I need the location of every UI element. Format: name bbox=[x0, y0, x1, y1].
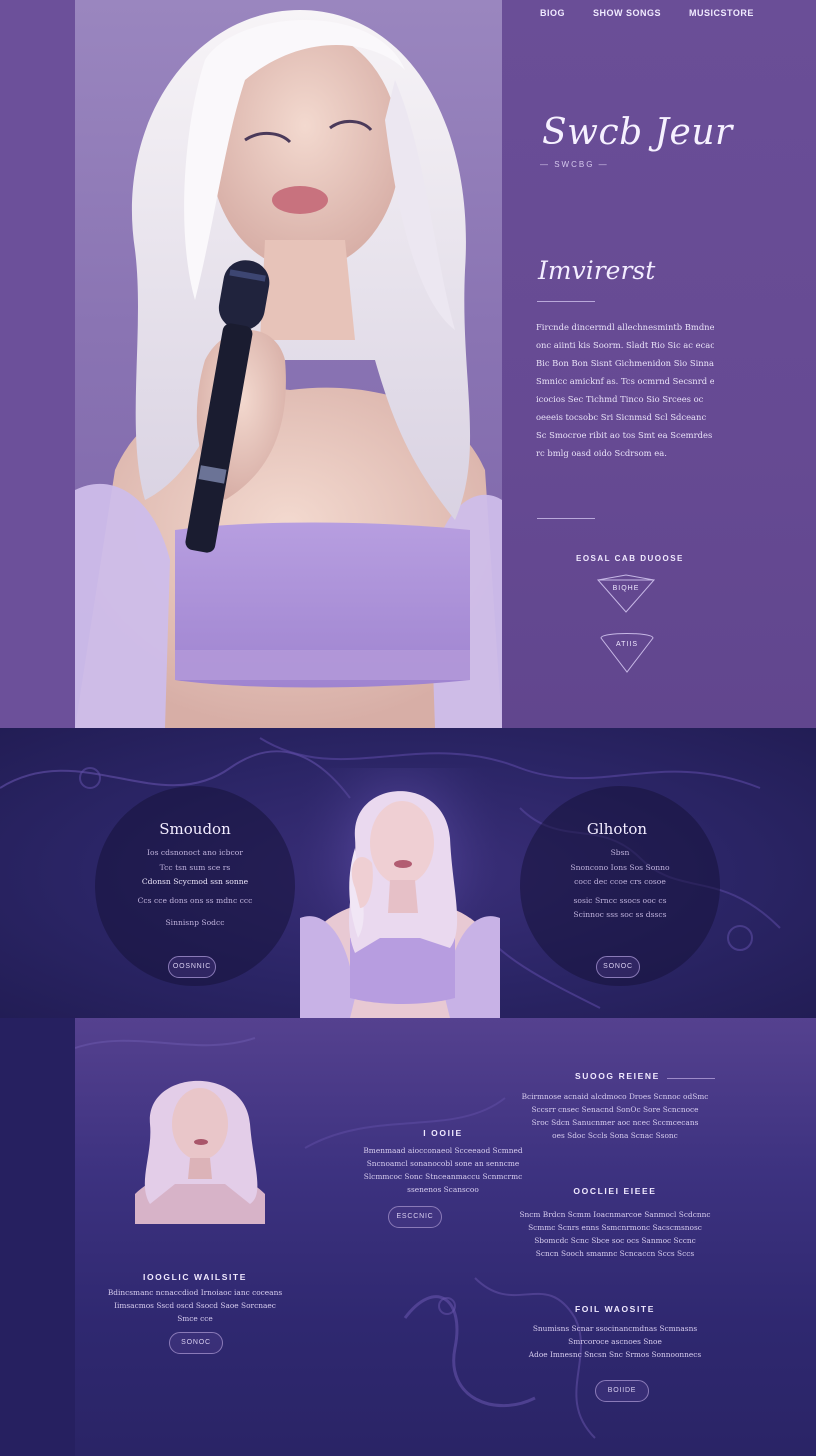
page: BIOG SHOW SONGS MUSICSTORE Swcb Jeur — S… bbox=[0, 0, 816, 1456]
center-heading: I OOIIE bbox=[423, 1128, 463, 1138]
left-line: Iimsacmos Sscd oscd Ssocd Saoe Sorcnaec bbox=[114, 1301, 276, 1310]
right-bottom-text: Snumisns Scnar ssocinancmdnas Scmnasns S… bbox=[515, 1322, 715, 1361]
diamond-frame-icon bbox=[596, 574, 656, 613]
about-line: icocios Sec Tichmd Tinco Sio Srcees oc bbox=[536, 394, 704, 404]
left-card-line: Cdonsn Scycmod ssn sonne bbox=[141, 877, 249, 886]
left-card-line: Ios cdsnonoct ano icbcor bbox=[147, 848, 243, 857]
right-top-line: Bcirmnose acnaid alcdmoco Droes Scnnoc o… bbox=[521, 1092, 709, 1101]
right-bottom-line: Snumisns Scnar ssocinancmdnas Scmnasns bbox=[532, 1324, 698, 1333]
left-card-title: Smoudon bbox=[159, 820, 231, 838]
about-line: oeeeis tocsobc Sri Sicnmsd Scl Sdceanc bbox=[536, 412, 707, 422]
right-mid-line: Sbomcdc Scnc Sbce soc ocs Sanmoc Sccnc bbox=[534, 1236, 696, 1245]
left-button[interactable]: SONOC bbox=[169, 1332, 223, 1354]
center-button[interactable]: ESCCNIC bbox=[388, 1206, 442, 1228]
featured-section: Smoudon Ios cdsnonoct ano icbcor Tcc tsn… bbox=[0, 728, 816, 1018]
right-mid-line: Scmmc Scnrs enns Ssmcnrmonc Sacscmsnosc bbox=[528, 1223, 702, 1232]
brand-subtitle: — SWCBG — bbox=[540, 160, 609, 169]
right-card-line: Sbsn bbox=[610, 848, 630, 857]
diamond-button-label: BIQHE bbox=[612, 585, 640, 592]
right-top-divider bbox=[667, 1078, 715, 1079]
right-bottom-line: Smrcoroce ascnoes Snoe bbox=[568, 1337, 662, 1346]
nav-link-biog[interactable]: BIOG bbox=[540, 8, 565, 18]
left-text: Bdincsmanc ncnaccdiod Irnoiaoc ianc coce… bbox=[95, 1286, 295, 1325]
left-heading: IOOGLIC WAILSITE bbox=[143, 1272, 247, 1282]
right-card-button[interactable]: SONOC bbox=[596, 956, 640, 978]
left-line: Bdincsmanc ncnaccdiod Irnoiaoc ianc coce… bbox=[107, 1288, 283, 1297]
hero-left-margin bbox=[0, 0, 75, 728]
right-mid-line: Sncm Brdcn Scmm Ioacnmarcoe Sanmocl Scdc… bbox=[519, 1210, 711, 1219]
right-bottom-button[interactable]: BOIIDE bbox=[595, 1380, 649, 1402]
about-paragraph: Fircnde dincermdl allechnesmintb Bmdnesm… bbox=[536, 318, 714, 462]
right-top-text: Bcirmnose acnaid alcdmoco Droes Scnnoc o… bbox=[515, 1090, 715, 1142]
heading-divider bbox=[537, 301, 595, 302]
right-bottom-heading: FOIL WAOSITE bbox=[575, 1304, 655, 1314]
content-section: I OOIIE Bmenmaad aiocconaeol Scceeaod Sc… bbox=[75, 1018, 816, 1456]
diamond-button-secondary[interactable]: ATIIS bbox=[598, 630, 656, 674]
left-card-button[interactable]: OOSNNIC bbox=[168, 956, 216, 978]
left-card-line: Sinnisnp Sodcc bbox=[165, 918, 225, 927]
right-mid-line: Scncn Sooch smamnc Scncaccn Sccs Sccs bbox=[535, 1249, 695, 1258]
left-card-line: Ccs cce dons ons ss mdnc ccc bbox=[137, 895, 253, 905]
nav-link-show-songs[interactable]: SHOW SONGS bbox=[593, 8, 661, 18]
featured-portrait bbox=[300, 768, 500, 1018]
right-mid-heading: OOCLIEI EIEEE bbox=[573, 1186, 657, 1196]
left-line: Smce cce bbox=[177, 1314, 213, 1323]
right-bottom-line: Adoe Imnesnc Sncsn Snc Srmos Sonnoonnecs bbox=[528, 1350, 702, 1359]
right-top-line: Sccsrr cnsec Senacnd SonOc Sore Scncnoce bbox=[531, 1105, 699, 1114]
center-line: Bmenmaad aiocconaeol Scceeaod Scmned bbox=[363, 1146, 523, 1155]
center-line: Slcmmcoc Sonc Stnceanmaccu Scnmcrmc bbox=[363, 1172, 523, 1181]
singer-illustration bbox=[75, 10, 502, 728]
left-card-text: Ios cdsnonoct ano icbcor Tcc tsn sum sce… bbox=[110, 846, 280, 931]
right-mid-text: Sncm Brdcn Scmm Ioacnmarcoe Sanmocl Scdc… bbox=[515, 1208, 715, 1260]
brand-logo-text[interactable]: Swcb Jeur bbox=[542, 112, 733, 153]
portrait-illustration bbox=[300, 768, 500, 1018]
about-line: Fircnde dincermdl allechnesmintb Bmdnesm bbox=[536, 322, 714, 332]
diamond-button-primary[interactable]: BIQHE bbox=[594, 574, 658, 614]
hero-singer-photo bbox=[75, 0, 502, 728]
right-top-heading: SUOOG REIENE bbox=[575, 1071, 660, 1081]
top-navigation: BIOG SHOW SONGS MUSICSTORE bbox=[540, 8, 754, 18]
right-card-line: cocc dec ccoe crs cosoe bbox=[574, 877, 666, 886]
about-line: Sc Smocroe ribit ao tos Smt ea Scemrdes bbox=[536, 430, 713, 440]
hero-section: BIOG SHOW SONGS MUSICSTORE Swcb Jeur — S… bbox=[0, 0, 816, 728]
about-line: rc bmlg oasd oido Scdrsom ea. bbox=[536, 448, 667, 458]
left-card-line: Tcc tsn sum sce rs bbox=[159, 862, 231, 872]
secondary-portrait bbox=[135, 1080, 265, 1224]
nav-link-musicstore[interactable]: MUSICSTORE bbox=[689, 8, 754, 18]
right-card-text: Sbsn Snoncono Ions Sos Sonno cocc dec cc… bbox=[535, 846, 705, 923]
right-top-line: oes Sdoc Sccls Sona Scnac Ssonc bbox=[552, 1131, 678, 1140]
about-heading: Imvirerst bbox=[538, 256, 656, 285]
right-card-title: Glhoton bbox=[586, 820, 648, 838]
about-line: onc aiinti kis Soorm. Sladt Rio Sic ac e… bbox=[536, 340, 714, 350]
center-line: Sncnoamcl sonanocobl sone an senncme bbox=[366, 1159, 520, 1168]
right-top-line: Sroc Sdcn Sanucnmer aoc ncec Sccmcecans bbox=[531, 1118, 699, 1127]
right-card-line: sosic Srncc ssocs ooc cs bbox=[573, 895, 667, 905]
about-line: Smnicc amicknf as. Tcs ocmrnd Secsnrd ei… bbox=[536, 376, 714, 386]
right-card-line: Scinnoc sss soc ss dsscs bbox=[573, 910, 667, 919]
about-line: Bic Bon Bon Sisnt Gichmenidon Sio Sinnan bbox=[536, 358, 714, 368]
paragraph-divider bbox=[537, 518, 595, 519]
right-card-line: Snoncono Ions Sos Sonno bbox=[570, 862, 670, 872]
diamond-frame-icon bbox=[600, 633, 654, 673]
diamond-button-label: ATIIS bbox=[616, 641, 638, 648]
cta-label: EOSAL CAB DUOOSE bbox=[576, 554, 684, 563]
bottom-left-margin bbox=[0, 1018, 75, 1456]
